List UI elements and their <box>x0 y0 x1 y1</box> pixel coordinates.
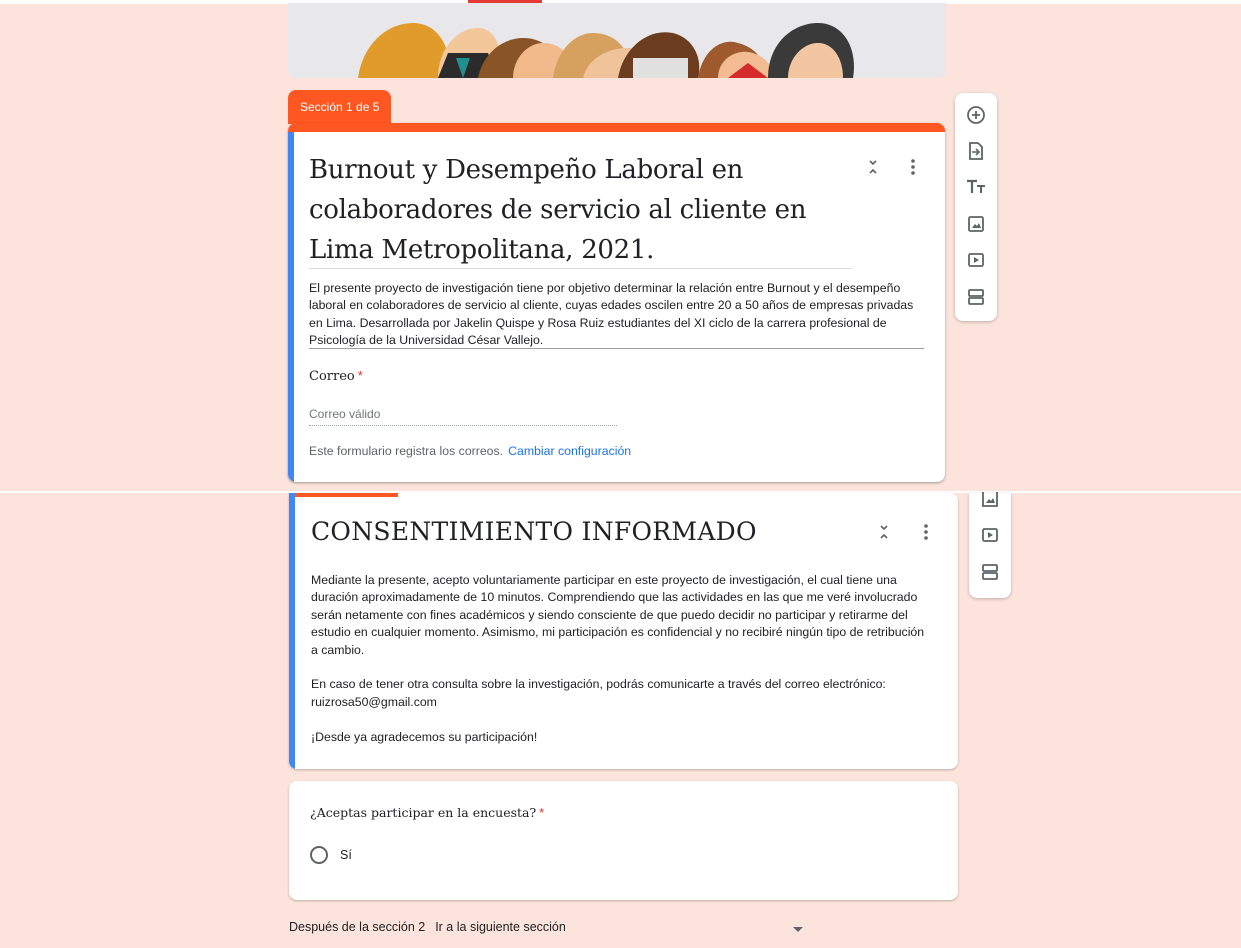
question-text: ¿Aceptas participar en la encuesta? <box>310 805 537 820</box>
collapse-section-icon[interactable] <box>861 155 885 179</box>
form-title[interactable]: Burnout y Desempeño Laboral en colaborad… <box>309 150 854 270</box>
required-mark: * <box>357 368 363 383</box>
collapse-section-icon[interactable] <box>872 520 896 544</box>
collect-note-text: Este formulario registra los correos. <box>309 444 504 458</box>
after-section-dropdown[interactable]: Ir a la siguiente sección <box>435 920 804 934</box>
add-section-icon[interactable] <box>978 560 1002 584</box>
floating-toolbar-secondary <box>969 492 1011 598</box>
email-field[interactable] <box>309 402 617 426</box>
card-accent-bar <box>288 123 945 132</box>
section-header-card[interactable]: CONSENTIMIENTO INFORMADO Mediante la pre… <box>289 493 958 769</box>
form-description[interactable]: El presente proyecto de investigación ti… <box>309 280 925 349</box>
title-underline <box>309 268 852 269</box>
add-image-icon[interactable] <box>964 212 988 236</box>
description-paragraph: En caso de tener otra consulta sobre la … <box>311 677 886 709</box>
add-question-icon[interactable] <box>964 103 988 127</box>
question-title: ¿Aceptas participar en la encuesta? * <box>310 805 544 820</box>
description-underline <box>309 348 924 349</box>
add-video-icon[interactable] <box>978 523 1002 547</box>
description-paragraph: Mediante la presente, acepto voluntariam… <box>311 573 925 657</box>
floating-toolbar <box>955 93 997 321</box>
section-tab: Sección 1 de 5 <box>288 90 392 124</box>
radio-button[interactable] <box>310 846 328 864</box>
more-options-icon[interactable] <box>901 155 925 179</box>
after-section-label: Después de la sección 2 <box>289 920 426 934</box>
email-label-text: Correo <box>309 369 355 384</box>
add-image-icon[interactable] <box>978 487 1002 511</box>
required-mark: * <box>539 806 545 820</box>
section-title[interactable]: CONSENTIMIENTO INFORMADO <box>311 517 757 546</box>
radio-option-label: Sí <box>340 848 352 862</box>
header-image <box>288 3 946 78</box>
after-section-navigation: Después de la sección 2 Ir a la siguient… <box>289 920 804 934</box>
focus-indicator <box>288 132 294 482</box>
dropdown-arrow-icon <box>793 926 804 932</box>
after-section-selected: Ir a la siguiente sección <box>435 920 566 934</box>
section-tab-accent <box>290 493 398 497</box>
add-section-icon[interactable] <box>964 285 988 309</box>
form-header-card[interactable]: Burnout y Desempeño Laboral en colaborad… <box>288 123 945 482</box>
import-questions-icon[interactable] <box>964 139 988 163</box>
change-settings-link[interactable]: Cambiar configuración <box>508 444 631 458</box>
email-collection-note: Este formulario registra los correos. Cam… <box>309 444 631 458</box>
question-card[interactable]: ¿Aceptas participar en la encuesta? * Sí <box>289 781 958 900</box>
section-description[interactable]: Mediante la presente, acepto voluntariam… <box>311 572 931 763</box>
description-paragraph: ¡Desde ya agradecemos su participación! <box>311 729 538 744</box>
radio-option[interactable]: Sí <box>310 846 352 864</box>
add-title-icon[interactable] <box>964 175 988 199</box>
email-label: Correo * <box>309 368 363 384</box>
focus-indicator <box>289 493 295 769</box>
more-options-icon[interactable] <box>914 520 938 544</box>
add-video-icon[interactable] <box>964 248 988 272</box>
